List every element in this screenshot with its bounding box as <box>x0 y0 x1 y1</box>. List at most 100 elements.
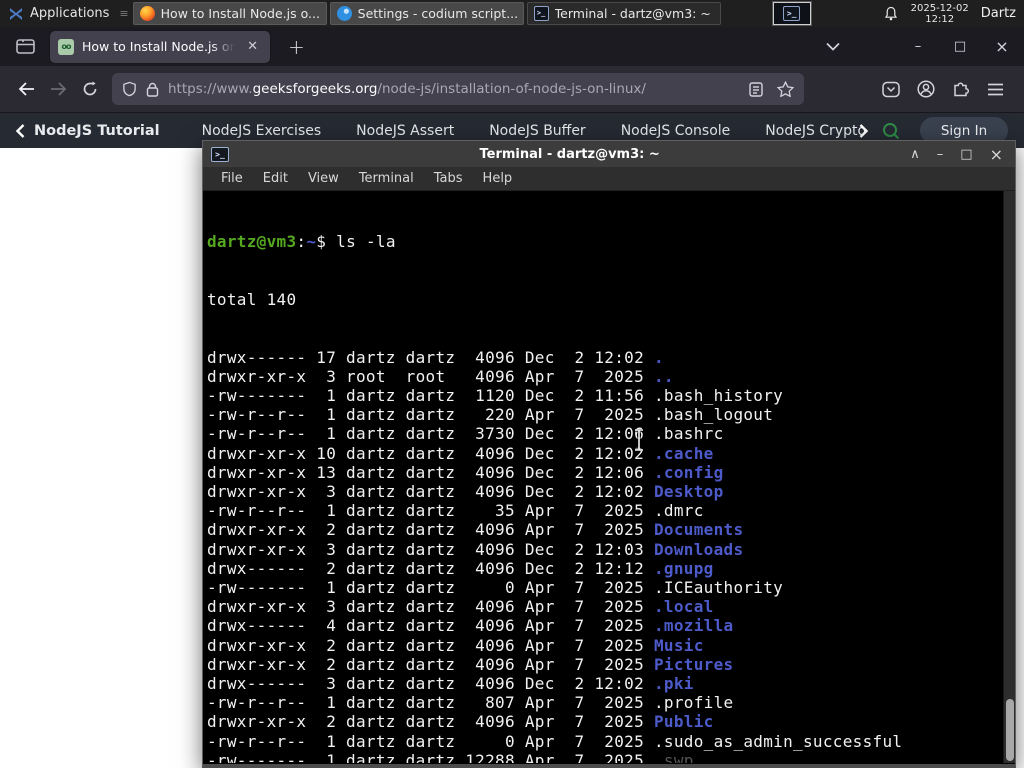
close-button[interactable]: × <box>990 145 1003 164</box>
file-meta: drwxr-xr-x 3 dartz dartz 4096 Dec 2 12:0… <box>207 482 654 502</box>
pocket-icon[interactable] <box>882 81 900 98</box>
site-nav-link[interactable]: NodeJS Assert <box>356 123 454 139</box>
new-tab-button[interactable]: + <box>282 35 311 59</box>
file-name: Documents <box>653 520 744 540</box>
terminal-icon: >_ <box>211 146 229 162</box>
list-all-tabs-button[interactable] <box>826 42 840 51</box>
reload-button[interactable] <box>74 73 106 105</box>
reader-view-icon[interactable] <box>749 81 763 97</box>
site-nav-items: NodeJS Exercises NodeJS Assert NodeJS Buff… <box>202 123 885 139</box>
site-nav-link[interactable]: NodeJS Buffer <box>489 123 586 139</box>
file-name: .config <box>653 462 724 482</box>
file-name: .swp <box>653 750 694 763</box>
file-name: Music <box>653 635 704 655</box>
file-row: drwxr-xr-x 2 dartz dartz 4096 Apr 7 2025… <box>207 520 999 539</box>
taskbar-window-vscodium[interactable]: Settings - codium script... <box>329 2 524 25</box>
file-row: -rw-r--r-- 1 dartz dartz 0 Apr 7 2025 .s… <box>207 732 999 751</box>
file-name: Desktop <box>653 482 724 502</box>
window-controls: – □ × <box>826 37 1018 56</box>
file-row: drwxr-xr-x 2 dartz dartz 4096 Apr 7 2025… <box>207 655 999 674</box>
file-row: -rw------- 1 dartz dartz 0 Apr 7 2025 .I… <box>207 578 999 597</box>
firefox-icon <box>139 6 155 21</box>
site-nav-link[interactable]: NodeJS Console <box>621 123 731 139</box>
terminal-menubar: File Edit View Terminal Tabs Help <box>203 167 1015 191</box>
url-text: https://www.geeksforgeeks.org/node-js/in… <box>168 81 740 97</box>
file-row: drwxr-xr-x 3 root root 4096 Apr 7 2025 .… <box>207 367 999 386</box>
bookmark-star-icon[interactable] <box>777 81 794 97</box>
file-name: .mozilla <box>653 616 734 636</box>
file-name: .bash_logout <box>653 405 774 425</box>
file-row: -rw------- 1 dartz dartz 1120 Dec 2 11:5… <box>207 386 999 405</box>
url-bar[interactable]: https://www.geeksforgeeks.org/node-js/in… <box>112 73 804 105</box>
menu-item-tabs[interactable]: Tabs <box>424 171 473 186</box>
clock[interactable]: 2025-12-02 12:12 <box>911 3 969 25</box>
navigation-toolbar: https://www.geeksforgeeks.org/node-js/in… <box>0 66 1024 112</box>
terminal-scrollbar[interactable] <box>1003 191 1015 763</box>
file-meta: drwx------ 2 dartz dartz 4096 Dec 2 12:1… <box>207 558 654 578</box>
scrollbar-thumb[interactable] <box>1006 699 1014 761</box>
back-button[interactable] <box>10 73 42 105</box>
nav-back-link[interactable]: NodeJS Tutorial <box>16 123 160 139</box>
prompt-suffix: $ <box>316 232 337 252</box>
toolbar-end-icons <box>882 80 1014 98</box>
menu-item-view[interactable]: View <box>298 171 349 186</box>
file-meta: -rw-r--r-- 1 dartz dartz 220 Apr 7 2025 <box>207 405 654 425</box>
forward-button[interactable] <box>42 73 74 105</box>
firefox-view-button[interactable] <box>10 32 40 62</box>
minimize-button[interactable]: – <box>937 147 944 162</box>
search-button[interactable] <box>882 122 900 140</box>
maximize-button[interactable]: □ <box>960 147 972 162</box>
menu-item-help[interactable]: Help <box>473 171 523 186</box>
file-row: drwx------ 17 dartz dartz 4096 Dec 2 12:… <box>207 348 999 367</box>
file-meta: drwxr-xr-x 2 dartz dartz 4096 Apr 7 2025 <box>207 520 654 540</box>
account-icon[interactable] <box>917 80 935 98</box>
menu-hamburger-icon[interactable] <box>987 83 1004 96</box>
file-meta: drwxr-xr-x 3 dartz dartz 4096 Dec 2 12:0… <box>207 539 654 559</box>
file-meta: -rw-r--r-- 1 dartz dartz 807 Apr 7 2025 <box>207 693 654 713</box>
menu-item-edit[interactable]: Edit <box>253 171 298 186</box>
file-meta: -rw------- 1 dartz dartz 1120 Dec 2 11:5… <box>207 386 654 406</box>
file-meta: drwx------ 17 dartz dartz 4096 Dec 2 12:… <box>207 347 654 367</box>
user-menu[interactable]: Dartz <box>981 6 1016 21</box>
file-name: .dmrc <box>653 501 704 521</box>
search-icon <box>883 122 900 139</box>
terminal-title: Terminal - dartz@vm3: ~ <box>479 146 660 162</box>
applications-menu-button[interactable]: Applications <box>0 0 117 27</box>
taskbar-window-terminal[interactable]: >_ Terminal - dartz@vm3: ~ <box>526 2 721 25</box>
terminal-titlebar[interactable]: >_ Terminal - dartz@vm3: ~ ∧ – □ × <box>203 141 1015 167</box>
vscodium-icon <box>336 6 352 21</box>
tray-terminal-launcher[interactable]: >_ <box>771 1 812 26</box>
close-button[interactable]: × <box>994 37 1010 56</box>
clock-date: 2025-12-02 <box>910 2 969 14</box>
chevron-right-icon[interactable] <box>859 123 868 138</box>
terminal-body[interactable]: dartz@vm3:~$ ls -la total 140 drwx------… <box>203 191 1015 763</box>
browser-tab[interactable]: oo How to Install Node.js on ✕ <box>50 30 270 63</box>
taskbar-window-firefox[interactable]: How to Install Node.js o... <box>132 2 327 25</box>
file-meta: -rw-r--r-- 1 dartz dartz 35 Apr 7 2025 <box>207 501 654 521</box>
file-meta: drwxr-xr-x 10 dartz dartz 4096 Dec 2 12:… <box>207 443 654 463</box>
file-meta: drwxr-xr-x 3 dartz dartz 4096 Apr 7 2025 <box>207 597 654 617</box>
maximize-button[interactable]: □ <box>952 39 968 54</box>
chevron-left-icon <box>16 123 25 138</box>
browser-window: oo How to Install Node.js on ✕ + – □ × h… <box>0 27 1024 148</box>
file-row: drwxr-xr-x 3 dartz dartz 4096 Dec 2 12:0… <box>207 482 999 501</box>
file-meta: drwxr-xr-x 3 root root 4096 Apr 7 2025 <box>207 366 654 386</box>
site-nav-link[interactable]: NodeJS Exercises <box>202 123 322 139</box>
tab-close-icon[interactable]: ✕ <box>243 37 262 56</box>
file-name: .ICEauthority <box>653 578 784 598</box>
file-meta: -rw------- 1 dartz dartz 0 Apr 7 2025 <box>207 578 654 598</box>
menu-item-terminal[interactable]: Terminal <box>349 171 424 186</box>
site-nav-link[interactable]: NodeJS Crypto <box>765 123 866 139</box>
lock-icon[interactable] <box>146 82 159 97</box>
taskbar-status-area: 2025-12-02 12:12 Dartz <box>883 3 1024 25</box>
tracking-shield-icon[interactable] <box>122 81 137 97</box>
shade-button[interactable]: ∧ <box>910 147 920 162</box>
prompt-command: ls -la <box>336 232 396 252</box>
extensions-icon[interactable] <box>952 80 970 98</box>
minimize-button[interactable]: – <box>910 39 926 54</box>
tray-area: >_ <box>771 1 812 26</box>
notification-bell-icon[interactable] <box>883 6 899 22</box>
file-row: drwxr-xr-x 10 dartz dartz 4096 Dec 2 12:… <box>207 444 999 463</box>
file-name: .pki <box>653 674 694 694</box>
menu-item-file[interactable]: File <box>211 171 253 186</box>
